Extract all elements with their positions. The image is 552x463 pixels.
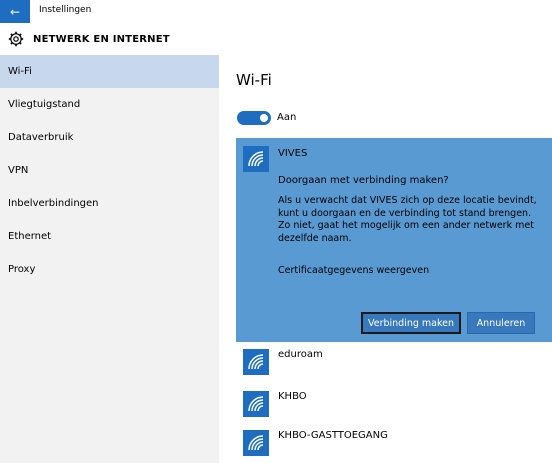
section-header: NETWERK EN INTERNET: [0, 23, 552, 55]
network-list-item[interactable]: KHBO-GASTTOEGANG: [236, 424, 552, 462]
sidebar-item-label: Ethernet: [8, 231, 52, 242]
toggle-label: Aan: [277, 112, 297, 123]
connect-question: Doorgaan met verbinding maken?: [278, 175, 449, 186]
sidebar-item-airplane-mode[interactable]: Vliegtuigstand: [0, 88, 219, 121]
sidebar-item-data-usage[interactable]: Dataverbruik: [0, 121, 219, 154]
wifi-signal-icon: [243, 391, 269, 417]
main-content: Wi-Fi Aan VIVES Doorgaan met verbinding …: [219, 55, 552, 463]
wifi-signal-icon: [243, 146, 269, 172]
network-list-item[interactable]: KHBO: [236, 385, 552, 423]
window-title: Instellingen: [39, 5, 92, 15]
sidebar-item-proxy[interactable]: Proxy: [0, 253, 219, 286]
network-name: KHBO-GASTTOEGANG: [278, 430, 388, 441]
connect-button[interactable]: Verbinding maken: [361, 312, 461, 334]
page-section-title: NETWERK EN INTERNET: [33, 34, 170, 45]
sidebar-item-ethernet[interactable]: Ethernet: [0, 220, 219, 253]
sidebar-item-label: Proxy: [8, 264, 36, 275]
back-button[interactable]: ←: [0, 0, 30, 23]
network-name: VIVES: [278, 148, 308, 159]
sidebar-item-wifi[interactable]: Wi-Fi: [0, 55, 219, 88]
cancel-button[interactable]: Annuleren: [467, 312, 535, 334]
back-arrow-icon: ←: [9, 4, 21, 19]
sidebar-item-label: Vliegtuigstand: [8, 99, 81, 110]
sidebar-item-label: Dataverbruik: [8, 132, 74, 143]
sidebar: Wi-Fi Vliegtuigstand Dataverbruik VPN In…: [0, 55, 219, 463]
sidebar-item-label: Inbelverbindingen: [8, 198, 99, 209]
title-bar: ← Instellingen: [0, 0, 552, 23]
wifi-toggle[interactable]: [237, 111, 271, 125]
sidebar-item-dial-up[interactable]: Inbelverbindingen: [0, 187, 219, 220]
sidebar-item-label: Wi-Fi: [8, 66, 32, 77]
certificate-details-link[interactable]: Certificaatgegevens weergeven: [278, 265, 429, 276]
network-list-item[interactable]: eduroam: [236, 343, 552, 381]
sidebar-item-label: VPN: [8, 165, 29, 176]
network-name: KHBO: [278, 391, 307, 402]
connect-description: Als u verwacht dat VIVES zich op deze lo…: [278, 195, 537, 244]
toggle-knob: [260, 114, 268, 122]
wifi-signal-icon: [243, 430, 269, 456]
gear-icon: [8, 31, 24, 47]
sidebar-item-vpn[interactable]: VPN: [0, 154, 219, 187]
page-title: Wi-Fi: [236, 71, 272, 89]
wifi-signal-icon: [243, 349, 269, 375]
selected-network-card: VIVES Doorgaan met verbinding maken? Als…: [236, 138, 552, 342]
network-name: eduroam: [278, 349, 323, 360]
